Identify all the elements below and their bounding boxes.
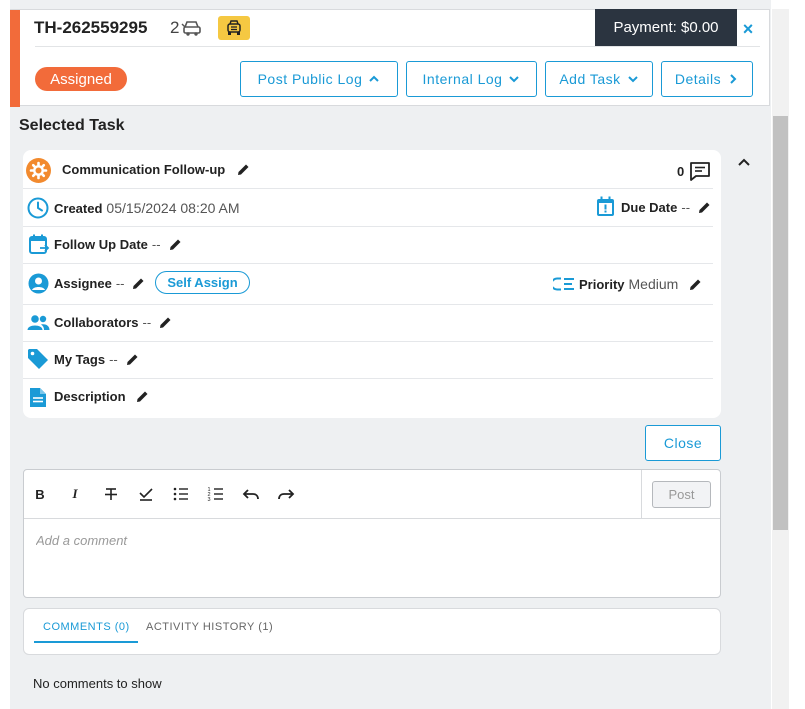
tow-truck-icon [227,20,241,35]
tags-label: My Tags [54,352,106,367]
description-label: Description [54,389,126,404]
created-label: Created [54,200,103,216]
italic-button[interactable]: I [65,484,85,504]
vehicle-count: 2 [170,18,203,38]
edit-follow-up-icon[interactable] [169,238,182,251]
ticket-id[interactable]: TH-262559295 [34,18,147,38]
strikethrough-icon[interactable] [101,484,121,504]
collaborators-value: -- [142,315,152,330]
svg-text:3: 3 [208,497,211,503]
tags-value: -- [109,352,118,367]
redo-icon[interactable] [276,484,296,504]
comment-count: 0 [677,164,685,179]
edit-priority-icon[interactable] [689,278,702,291]
chevron-right-icon [730,74,737,84]
task-title: Communication Follow-up [62,162,226,177]
due-date-value: -- [681,200,691,215]
edit-assignee-icon[interactable] [132,277,145,290]
internal-log-label: Internal Log [422,71,503,87]
active-tab-indicator [34,641,138,643]
tag-icon [28,349,48,369]
tab-activity-history[interactable]: ACTIVITY HISTORY (1) [146,621,273,633]
assignee-label: Assignee [54,276,112,291]
editor-toolbar: B I 1 2 3 Post [24,470,720,519]
divider [23,188,713,189]
checkmark-icon[interactable] [136,484,156,504]
task-card: Communication Follow-up 0 Created 05/15/… [23,150,721,418]
close-ticket-icon[interactable]: × [738,18,758,40]
created-value: 05/15/2024 08:20 AM [106,200,240,216]
divider [23,341,713,342]
section-title: Selected Task [19,117,125,134]
undo-icon[interactable] [241,484,261,504]
calendar-followup-icon [29,234,50,254]
follow-up-value: -- [151,237,161,252]
edit-description-icon[interactable] [136,390,149,403]
clock-icon [27,197,49,219]
self-assign-button[interactable]: Self Assign [155,271,250,294]
bold-button[interactable]: B [30,484,50,504]
assignee-value: -- [115,276,125,291]
vehicle-count-value: 2 [170,18,180,37]
edit-collaborators-icon[interactable] [159,316,172,329]
numbered-list-icon[interactable]: 1 2 3 [206,484,226,504]
due-date-label: Due Date [621,200,678,215]
tab-comments[interactable]: COMMENTS (0) [43,621,130,633]
ticket-header: TH-262559295 2 Payment: $0.00 × Assigned… [10,9,770,107]
comments-tabs: COMMENTS (0) ACTIVITY HISTORY (1) [23,608,721,655]
payment-status[interactable]: Payment: $0.00 [595,9,737,46]
chevron-down-icon [509,76,520,83]
bullet-list-icon[interactable] [171,484,191,504]
comment-icon[interactable] [689,161,711,182]
post-public-log-button[interactable]: Post Public Log [240,61,398,97]
collaborators-icon [27,315,50,330]
internal-log-button[interactable]: Internal Log [406,61,537,97]
divider [23,263,713,264]
gear-icon [26,158,51,183]
divider [23,378,713,379]
comment-editor: B I 1 2 3 Post Add a comment [23,469,721,598]
toolbar-separator [641,470,642,519]
divider [23,226,713,227]
add-task-button[interactable]: Add Task [545,61,653,97]
close-task-button[interactable]: Close [645,425,721,461]
collaborators-label: Collaborators [54,315,139,330]
collapse-chevron-icon[interactable] [735,153,753,171]
priority-label: Priority [579,276,625,292]
follow-up-label: Follow Up Date [54,237,148,252]
chevron-up-icon [369,75,380,82]
status-stripe [10,10,20,107]
divider [23,304,713,305]
add-task-label: Add Task [559,71,621,87]
post-comment-button[interactable]: Post [652,481,711,508]
tow-truck-badge [218,16,250,40]
header-divider [35,46,760,47]
post-public-log-label: Post Public Log [257,71,363,87]
details-label: Details [674,71,722,87]
car-icon [181,21,202,36]
edit-title-icon[interactable] [237,163,250,176]
user-avatar-icon [28,273,49,294]
comment-input[interactable] [36,533,636,548]
scrollbar-thumb[interactable] [773,116,788,530]
details-button[interactable]: Details [661,61,753,97]
document-icon [30,388,46,407]
edit-tags-icon[interactable] [126,353,139,366]
status-badge: Assigned [35,67,127,91]
calendar-alert-icon [597,196,614,216]
priority-value: Medium [628,276,679,292]
edit-due-date-icon[interactable] [698,201,711,214]
no-comments-message: No comments to show [33,676,162,691]
chevron-down-icon [627,76,638,83]
priority-icon [553,277,574,291]
